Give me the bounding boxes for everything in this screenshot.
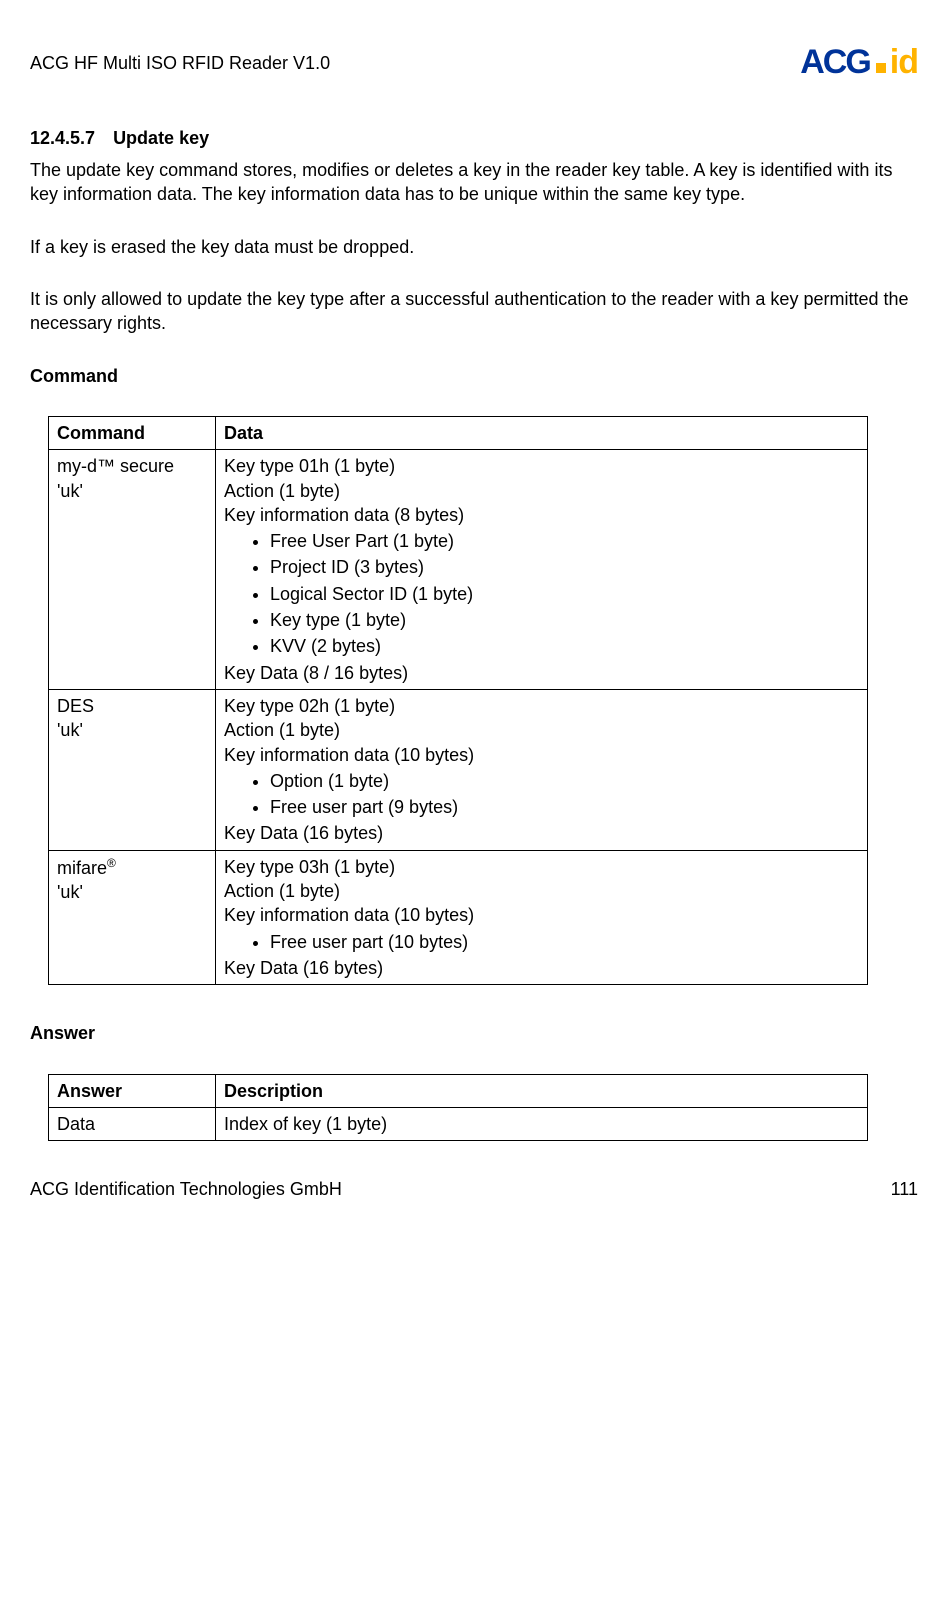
- command-table: Command Data my-d™ secure 'uk' Key type …: [48, 416, 868, 985]
- data-line: Key type 03h (1 byte): [224, 855, 859, 879]
- logo-id-group: id: [876, 40, 918, 86]
- list-item: Logical Sector ID (1 byte): [270, 582, 859, 606]
- paragraph-1: The update key command stores, modifies …: [30, 158, 918, 207]
- section-heading: 12.4.5.7 Update key: [30, 126, 918, 150]
- cell-description: Index of key (1 byte): [216, 1107, 868, 1140]
- cmd-code: 'uk': [57, 718, 207, 742]
- table-header-row: Answer Description: [49, 1074, 868, 1107]
- cmd-name: DES: [57, 694, 207, 718]
- bullet-list: Free user part (10 bytes): [224, 930, 859, 954]
- section-number: 12.4.5.7: [30, 126, 95, 150]
- cell-command: my-d™ secure 'uk': [49, 450, 216, 690]
- data-line: Action (1 byte): [224, 879, 859, 903]
- bullet-list: Free User Part (1 byte) Project ID (3 by…: [224, 529, 859, 658]
- cmd-code: 'uk': [57, 479, 207, 503]
- cell-data: Key type 02h (1 byte) Action (1 byte) Ke…: [216, 689, 868, 850]
- list-item: Free User Part (1 byte): [270, 529, 859, 553]
- data-line: Key Data (16 bytes): [224, 821, 859, 845]
- cmd-name: my-d™ secure: [57, 454, 207, 478]
- doc-title: ACG HF Multi ISO RFID Reader V1.0: [30, 51, 330, 75]
- table-row: DES 'uk' Key type 02h (1 byte) Action (1…: [49, 689, 868, 850]
- cell-data: Key type 01h (1 byte) Action (1 byte) Ke…: [216, 450, 868, 690]
- list-item: Option (1 byte): [270, 769, 859, 793]
- table-row: Data Index of key (1 byte): [49, 1107, 868, 1140]
- logo-main-text: ACG: [800, 40, 870, 86]
- data-line: Key type 01h (1 byte): [224, 454, 859, 478]
- cmd-name-text: mifare: [57, 858, 107, 878]
- data-line: Key Data (8 / 16 bytes): [224, 661, 859, 685]
- paragraph-3: It is only allowed to update the key typ…: [30, 287, 918, 336]
- footer-page-number: 111: [891, 1177, 918, 1201]
- paragraph-2: If a key is erased the key data must be …: [30, 235, 918, 259]
- col-header-answer: Answer: [49, 1074, 216, 1107]
- data-line: Action (1 byte): [224, 479, 859, 503]
- data-line: Key information data (10 bytes): [224, 743, 859, 767]
- cmd-name: mifare®: [57, 855, 207, 880]
- col-header-data: Data: [216, 416, 868, 449]
- data-line: Action (1 byte): [224, 718, 859, 742]
- list-item: KVV (2 bytes): [270, 634, 859, 658]
- answer-subhead: Answer: [30, 1021, 918, 1045]
- cell-command: mifare® 'uk': [49, 850, 216, 984]
- footer-left: ACG Identification Technologies GmbH: [30, 1177, 342, 1201]
- registered-mark: ®: [107, 856, 116, 870]
- table-row: my-d™ secure 'uk' Key type 01h (1 byte) …: [49, 450, 868, 690]
- answer-table: Answer Description Data Index of key (1 …: [48, 1074, 868, 1142]
- cell-answer: Data: [49, 1107, 216, 1140]
- page-footer: ACG Identification Technologies GmbH 111: [30, 1177, 918, 1201]
- logo-sub-text: id: [890, 43, 918, 81]
- list-item: Key type (1 byte): [270, 608, 859, 632]
- data-line: Key information data (8 bytes): [224, 503, 859, 527]
- cell-data: Key type 03h (1 byte) Action (1 byte) Ke…: [216, 850, 868, 984]
- list-item: Project ID (3 bytes): [270, 555, 859, 579]
- data-line: Key type 02h (1 byte): [224, 694, 859, 718]
- data-line: Key Data (16 bytes): [224, 956, 859, 980]
- col-header-command: Command: [49, 416, 216, 449]
- page-header: ACG HF Multi ISO RFID Reader V1.0 ACG id: [30, 40, 918, 86]
- table-header-row: Command Data: [49, 416, 868, 449]
- table-row: mifare® 'uk' Key type 03h (1 byte) Actio…: [49, 850, 868, 984]
- bullet-list: Option (1 byte) Free user part (9 bytes): [224, 769, 859, 820]
- cmd-code: 'uk': [57, 880, 207, 904]
- list-item: Free user part (10 bytes): [270, 930, 859, 954]
- command-subhead: Command: [30, 364, 918, 388]
- section-title: Update key: [113, 128, 209, 148]
- list-item: Free user part (9 bytes): [270, 795, 859, 819]
- data-line: Key information data (10 bytes): [224, 903, 859, 927]
- logo-square-icon: [876, 63, 886, 73]
- col-header-description: Description: [216, 1074, 868, 1107]
- logo: ACG id: [800, 40, 918, 86]
- cell-command: DES 'uk': [49, 689, 216, 850]
